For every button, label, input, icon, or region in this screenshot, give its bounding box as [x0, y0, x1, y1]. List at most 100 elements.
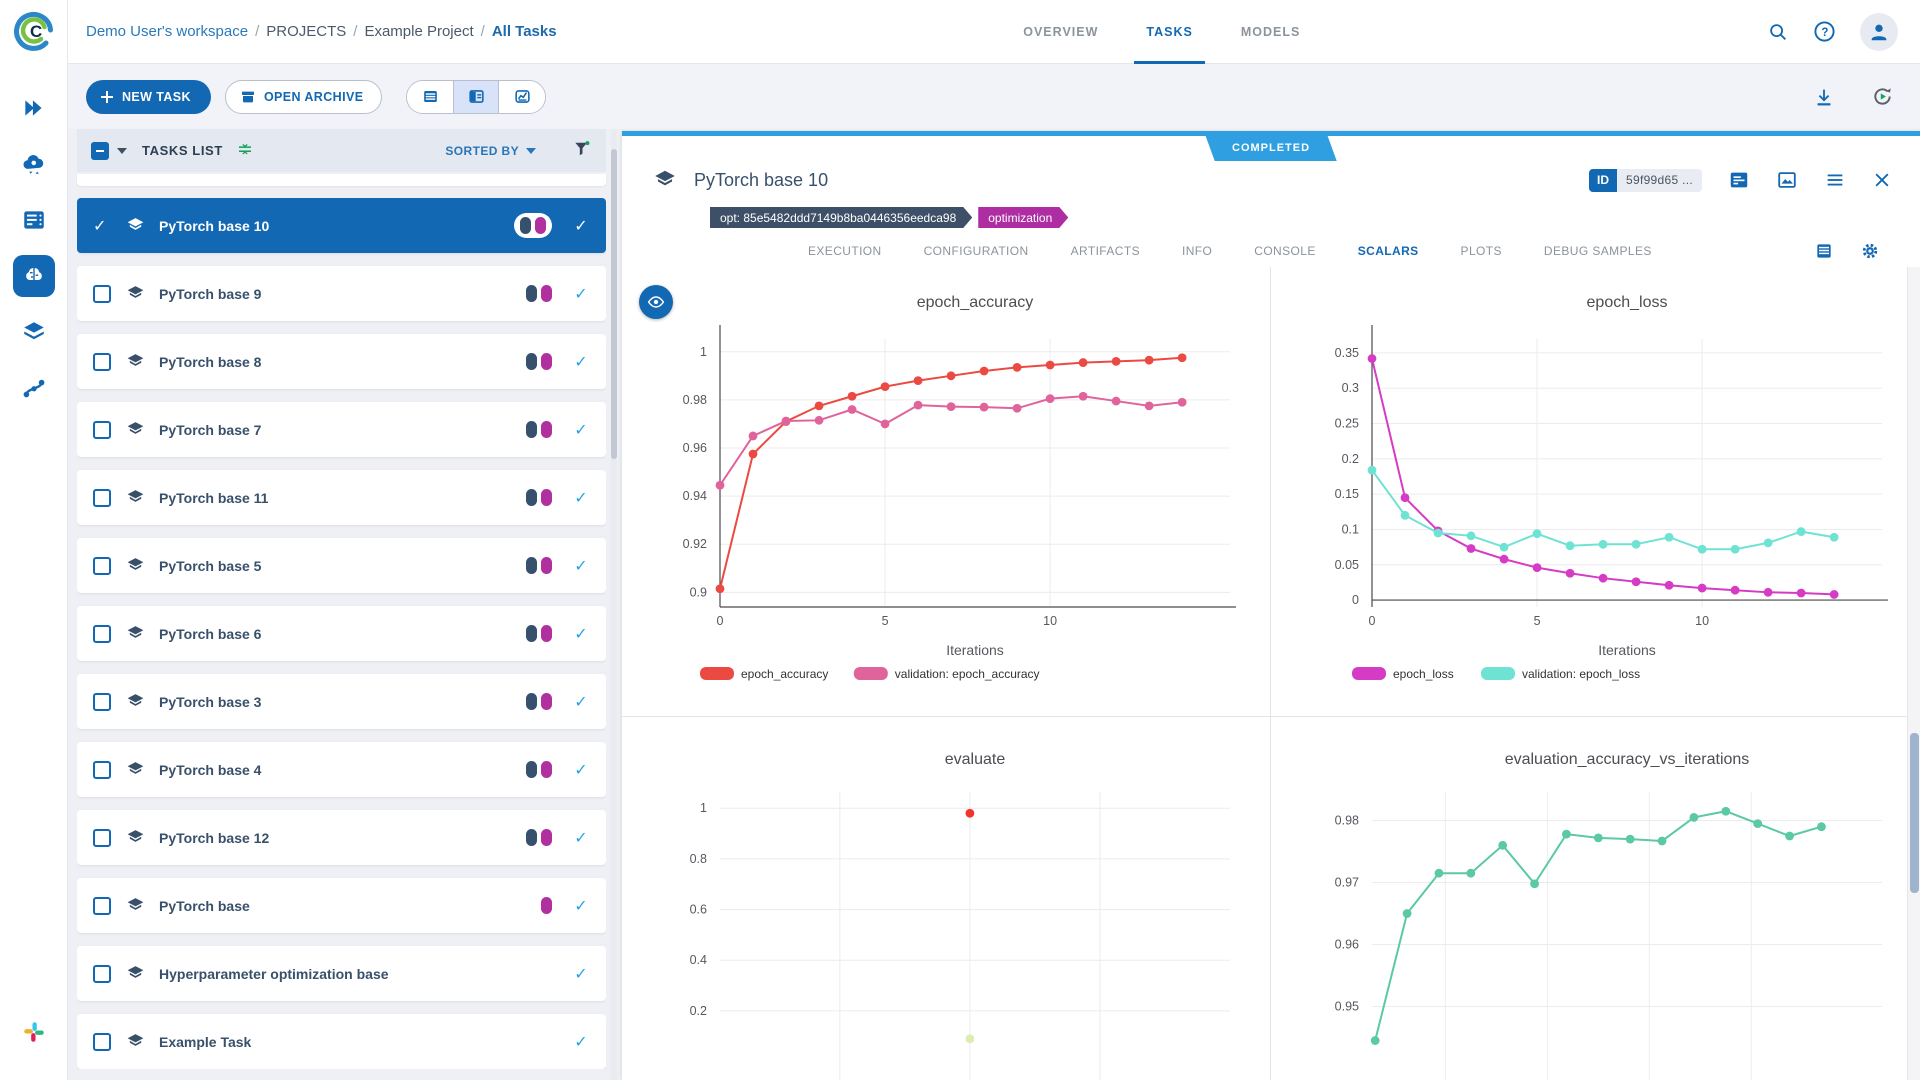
top-tab-tasks[interactable]: TASKS — [1122, 0, 1216, 64]
settings-gear-icon[interactable] — [1860, 241, 1880, 261]
row-checkbox[interactable] — [93, 965, 111, 983]
table-view-icon[interactable] — [407, 81, 453, 113]
completed-status-icon: ✓ — [566, 624, 596, 644]
detail-tab-configuration[interactable]: CONFIGURATION — [910, 230, 1043, 272]
detail-tab-artifacts[interactable]: ARTIFACTS — [1057, 230, 1154, 272]
detail-tab-info[interactable]: INFO — [1168, 230, 1226, 272]
detail-tab-execution[interactable]: EXECUTION — [794, 230, 896, 272]
task-list-row[interactable]: ✓ PyTorch base 3 ✓ — [77, 674, 606, 729]
datasets-icon[interactable] — [6, 304, 62, 360]
list-scrollbar[interactable] — [611, 129, 617, 1080]
row-checkbox[interactable] — [93, 693, 111, 711]
task-list-row[interactable]: ✓ Example Task ✓ — [77, 1014, 606, 1069]
svg-text:0.2: 0.2 — [690, 1004, 707, 1018]
row-checkbox[interactable] — [93, 557, 111, 575]
completed-status-icon: ✓ — [566, 828, 596, 848]
svg-text:?: ? — [1821, 27, 1828, 39]
tag-color-dot — [541, 693, 552, 710]
detail-tab-scalars[interactable]: SCALARS — [1344, 230, 1433, 272]
task-type-icon — [125, 623, 146, 644]
row-checkbox[interactable] — [93, 353, 111, 371]
scalar-chart[interactable]: evaluation_accuracy_vs_iterations0.950.9… — [1271, 717, 1920, 1080]
task-list-row[interactable]: ✓ PyTorch base 4 ✓ — [77, 742, 606, 797]
clearml-logo-icon[interactable]: C — [10, 6, 58, 54]
list-scrollbar-thumb[interactable] — [611, 149, 617, 459]
breadcrumb-item[interactable]: Demo User's workspace — [86, 23, 248, 40]
preview-image-icon[interactable] — [1776, 169, 1798, 191]
row-checkbox[interactable] — [93, 285, 111, 303]
top-nav-tabs: OVERVIEWTASKSMODELS — [999, 0, 1324, 64]
scrolled-row-sliver — [77, 174, 606, 186]
sorted-by-control[interactable]: SORTED BY — [445, 144, 536, 158]
breadcrumb-item[interactable]: All Tasks — [492, 23, 557, 40]
tag-color-dots — [526, 829, 552, 846]
metrics-table-icon[interactable] — [1814, 241, 1834, 261]
panel-scrollbar-thumb[interactable] — [1910, 733, 1919, 893]
close-icon[interactable] — [1872, 170, 1892, 190]
task-list-row[interactable]: ✓ Hyperparameter optimization base ✓ — [77, 946, 606, 1001]
task-list-row[interactable]: ✓ PyTorch base ✓ — [77, 878, 606, 933]
task-list-row[interactable]: ✓ PyTorch base 5 ✓ — [77, 538, 606, 593]
task-name: PyTorch base 3 — [159, 694, 261, 710]
slack-icon[interactable] — [6, 1004, 62, 1060]
row-checkbox[interactable] — [93, 897, 111, 915]
pipelines-icon[interactable] — [6, 360, 62, 416]
breadcrumb-separator: / — [481, 23, 485, 40]
scalar-chart[interactable]: evaluate0.20.40.60.81 — [622, 717, 1271, 1080]
row-checkbox[interactable] — [93, 1033, 111, 1051]
actions-toolbar: NEW TASK OPEN ARCHIVE — [68, 64, 1920, 129]
select-dropdown-caret-icon[interactable] — [117, 148, 127, 154]
task-id-badge[interactable]: ID 59f99d65 ... — [1589, 169, 1702, 192]
projects-brain-icon[interactable] — [6, 248, 62, 304]
task-list-row[interactable]: ✓ PyTorch base 6 ✓ — [77, 606, 606, 661]
detail-tab-plots[interactable]: PLOTS — [1447, 230, 1516, 272]
tag-color-dot — [526, 829, 537, 846]
help-icon[interactable]: ? — [1813, 20, 1836, 43]
new-task-button[interactable]: NEW TASK — [86, 80, 211, 114]
top-tab-models[interactable]: MODELS — [1217, 0, 1324, 64]
task-list-row[interactable]: ✓ PyTorch base 12 ✓ — [77, 810, 606, 865]
customize-columns-icon[interactable] — [236, 140, 254, 161]
task-tag[interactable]: opt: 85e5482ddd7149b8ba0446356eedca98 — [710, 207, 972, 228]
task-list-row[interactable]: ✓ PyTorch base 8 ✓ — [77, 334, 606, 389]
row-checkbox[interactable] — [93, 489, 111, 507]
row-checkbox[interactable] — [93, 761, 111, 779]
hide-show-eye-icon[interactable] — [639, 285, 673, 319]
row-checkbox[interactable] — [93, 829, 111, 847]
scalar-chart[interactable]: epoch_accuracy0.90.920.940.960.9810510It… — [622, 267, 1271, 717]
svg-text:Iterations: Iterations — [1598, 642, 1656, 658]
chart-view-icon[interactable] — [499, 81, 545, 113]
cloud-deploy-icon[interactable] — [6, 136, 62, 192]
split-view-icon[interactable] — [453, 81, 499, 113]
expand-sidebar-icon[interactable] — [6, 80, 62, 136]
menu-icon[interactable] — [1824, 169, 1846, 191]
task-rows: ✓ PyTorch base 10 ✓ ✓ PyTorch base 9 ✓ ✓… — [77, 198, 606, 1069]
row-checkbox[interactable] — [93, 625, 111, 643]
detail-tab-console[interactable]: CONSOLE — [1240, 230, 1329, 272]
task-list-row[interactable]: ✓ PyTorch base 7 ✓ — [77, 402, 606, 457]
task-tag[interactable]: optimization — [978, 207, 1068, 228]
auto-refresh-icon[interactable] — [1871, 85, 1894, 108]
panel-scrollbar[interactable] — [1907, 267, 1920, 1080]
detail-tab-debug-samples[interactable]: DEBUG SAMPLES — [1530, 230, 1666, 272]
open-archive-button[interactable]: OPEN ARCHIVE — [225, 80, 383, 114]
svg-text:0.94: 0.94 — [683, 489, 707, 503]
tag-color-dot — [541, 829, 552, 846]
task-comment-icon[interactable] — [1728, 169, 1750, 191]
task-list-row[interactable]: ✓ PyTorch base 10 ✓ — [77, 198, 606, 253]
top-tab-overview[interactable]: OVERVIEW — [999, 0, 1122, 64]
download-icon[interactable] — [1813, 86, 1835, 108]
user-avatar[interactable] — [1860, 13, 1898, 51]
search-icon[interactable] — [1767, 21, 1789, 43]
completed-status-icon: ✓ — [566, 896, 596, 916]
svg-text:validation: epoch_loss: validation: epoch_loss — [1522, 667, 1640, 681]
task-list-row[interactable]: ✓ PyTorch base 11 ✓ — [77, 470, 606, 525]
filter-funnel-icon[interactable] — [572, 139, 592, 162]
tag-color-dot — [526, 353, 537, 370]
svg-text:10: 10 — [1695, 614, 1709, 628]
row-checkbox[interactable] — [93, 421, 111, 439]
workers-queues-icon[interactable] — [6, 192, 62, 248]
task-list-row[interactable]: ✓ PyTorch base 9 ✓ — [77, 266, 606, 321]
select-all-checkbox[interactable] — [91, 142, 109, 160]
scalar-chart[interactable]: epoch_loss00.050.10.150.20.250.30.350510… — [1271, 267, 1920, 717]
